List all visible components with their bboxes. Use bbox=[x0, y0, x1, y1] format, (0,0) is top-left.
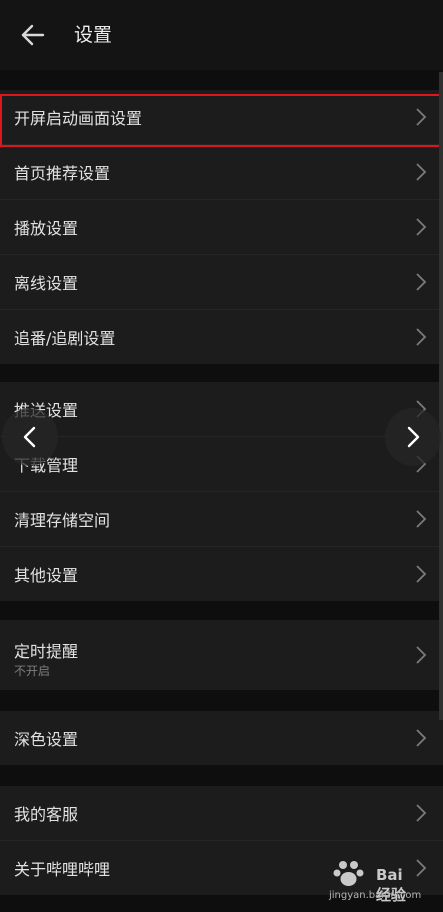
settings-group-general: 开屏启动画面设置 首页推荐设置 播放设置 离线设置 追番/追剧设置 bbox=[0, 90, 443, 364]
chevron-right-icon bbox=[416, 646, 427, 664]
row-label: 首页推荐设置 bbox=[14, 164, 111, 183]
chevron-right-icon bbox=[416, 565, 427, 583]
row-follow-series-settings[interactable]: 追番/追剧设置 bbox=[0, 310, 443, 364]
top-app-bar: 设置 bbox=[0, 0, 443, 70]
chevron-right-icon bbox=[416, 859, 427, 877]
row-label: 关于哔哩哔哩 bbox=[14, 860, 111, 879]
row-label: 定时提醒 bbox=[14, 642, 79, 661]
row-label: 追番/追剧设置 bbox=[14, 329, 116, 348]
settings-group-theme: 深色设置 bbox=[0, 711, 443, 765]
carousel-next-button[interactable] bbox=[385, 408, 441, 466]
row-label: 深色设置 bbox=[14, 730, 79, 749]
row-clear-storage[interactable]: 清理存储空间 bbox=[0, 492, 443, 547]
chevron-right-icon bbox=[416, 273, 427, 291]
row-timed-reminder[interactable]: 定时提醒 不开启 bbox=[0, 620, 443, 690]
chevron-left-icon bbox=[23, 426, 36, 448]
back-arrow-icon[interactable] bbox=[20, 22, 46, 48]
chevron-right-icon bbox=[416, 218, 427, 236]
chevron-right-icon bbox=[416, 729, 427, 747]
settings-group-storage: 推送设置 下载管理 清理存储空间 其他设置 bbox=[0, 382, 443, 601]
row-status-value: 不开启 bbox=[14, 664, 51, 678]
chevron-right-icon bbox=[416, 108, 427, 126]
row-offline-settings[interactable]: 离线设置 bbox=[0, 255, 443, 310]
chevron-right-icon bbox=[416, 804, 427, 822]
page-title: 设置 bbox=[74, 24, 113, 46]
row-dark-mode-settings[interactable]: 深色设置 bbox=[0, 711, 443, 765]
chevron-right-icon bbox=[416, 510, 427, 528]
settings-group-reminder: 定时提醒 不开启 bbox=[0, 620, 443, 690]
row-customer-service[interactable]: 我的客服 bbox=[0, 786, 443, 841]
chevron-right-icon bbox=[407, 426, 420, 448]
row-label: 离线设置 bbox=[14, 274, 79, 293]
chevron-right-icon bbox=[416, 163, 427, 181]
row-label: 清理存储空间 bbox=[14, 511, 111, 530]
row-label: 其他设置 bbox=[14, 566, 79, 585]
row-download-management[interactable]: 下载管理 bbox=[0, 437, 443, 492]
row-splash-screen-settings[interactable]: 开屏启动画面设置 bbox=[0, 90, 443, 145]
paw-logo-icon bbox=[333, 861, 364, 886]
row-other-settings[interactable]: 其他设置 bbox=[0, 547, 443, 601]
row-label: 播放设置 bbox=[14, 219, 79, 238]
baidu-jingyan-watermark: Bai 经验 jingyan.baidu.com bbox=[323, 858, 421, 906]
carousel-prev-button[interactable] bbox=[2, 408, 58, 466]
row-label: 我的客服 bbox=[14, 805, 79, 824]
watermark-url: jingyan.baidu.com bbox=[329, 890, 422, 901]
chevron-right-icon bbox=[416, 328, 427, 346]
row-push-settings[interactable]: 推送设置 bbox=[0, 382, 443, 437]
scrollbar[interactable] bbox=[439, 72, 443, 720]
row-home-recommend-settings[interactable]: 首页推荐设置 bbox=[0, 145, 443, 200]
row-label: 开屏启动画面设置 bbox=[14, 109, 143, 128]
row-playback-settings[interactable]: 播放设置 bbox=[0, 200, 443, 255]
